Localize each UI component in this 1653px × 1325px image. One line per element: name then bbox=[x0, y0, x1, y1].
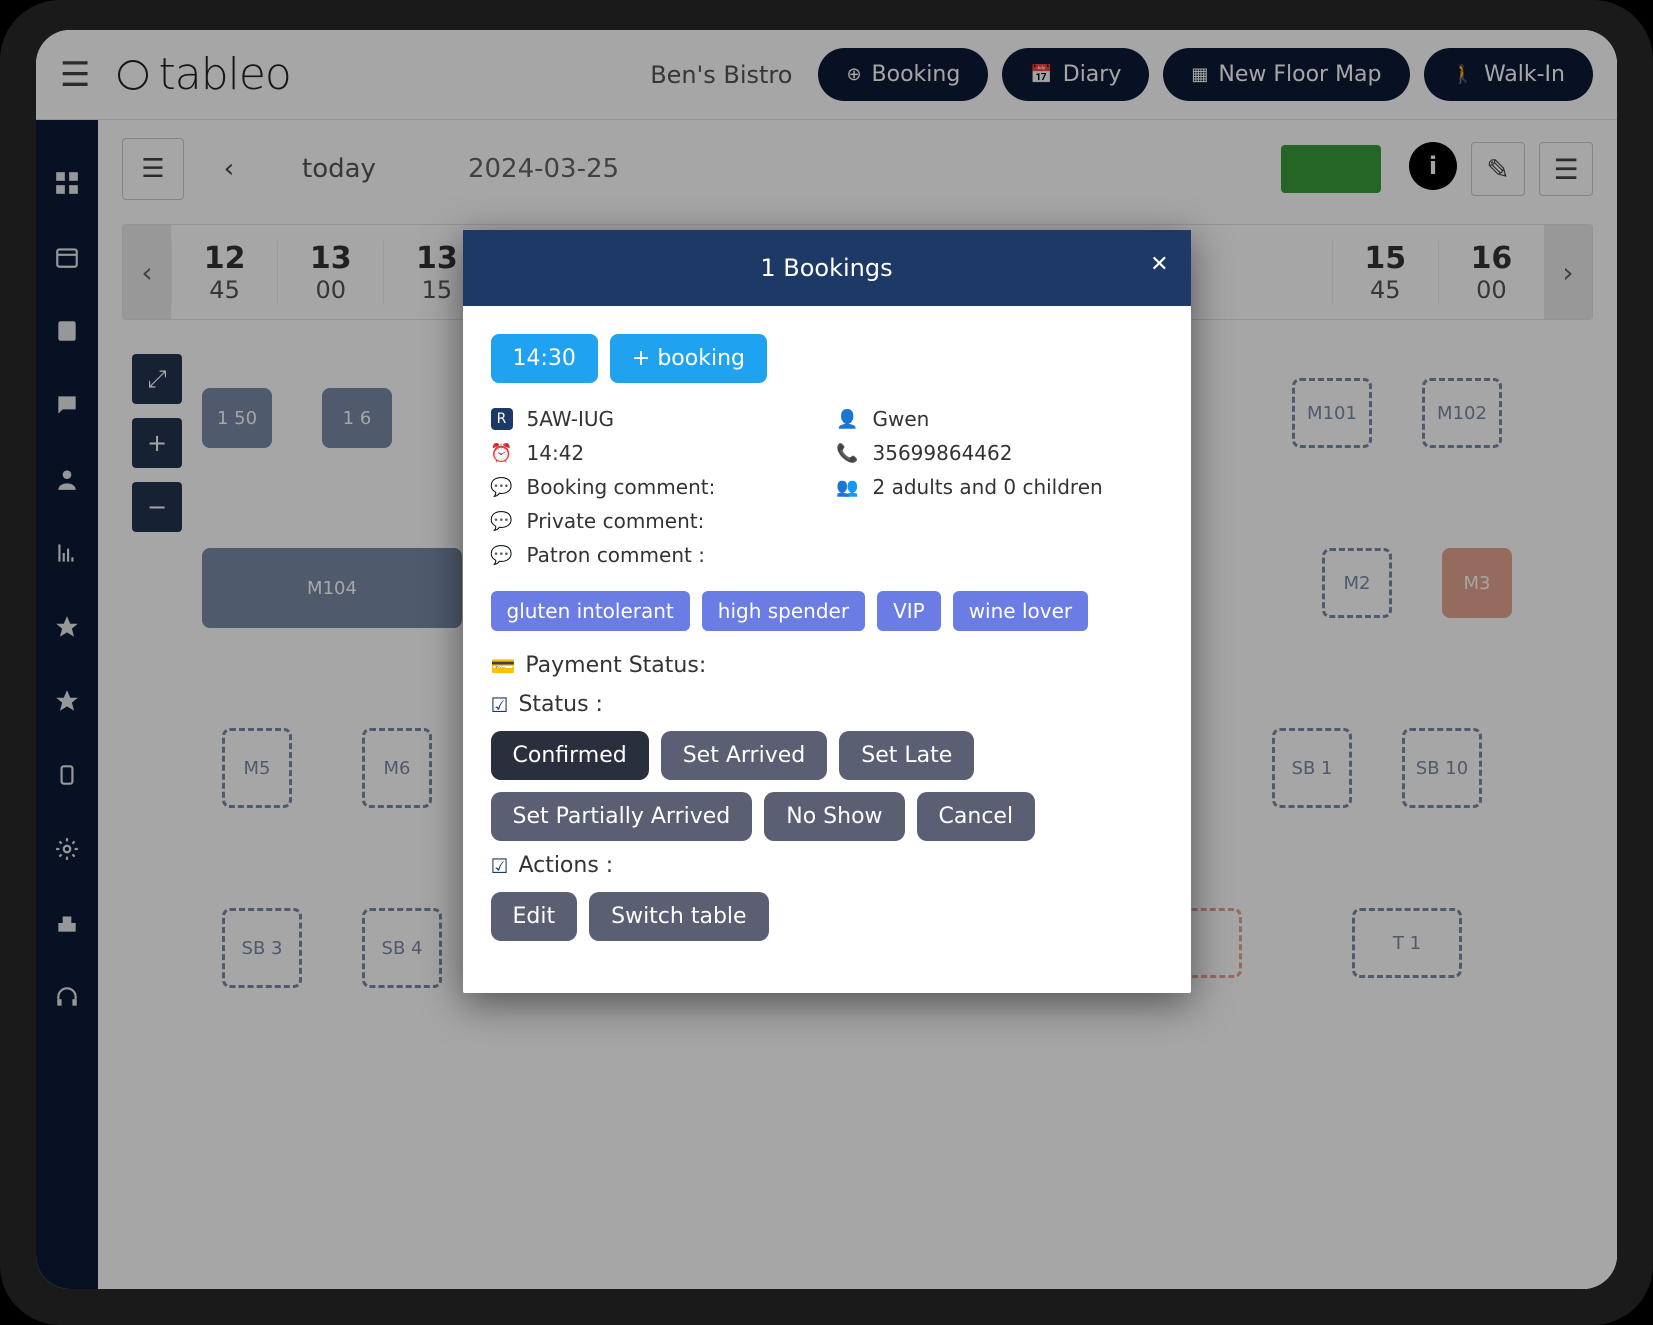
status-noshow-button[interactable]: No Show bbox=[764, 792, 904, 841]
private-comment-row: 💬Private comment: bbox=[491, 509, 1163, 533]
status-cancel-button[interactable]: Cancel bbox=[917, 792, 1036, 841]
booking-modal: 1 Bookings ✕ 14:30 + booking R5AW-IUG 👤G… bbox=[463, 230, 1191, 993]
guest-tag: high spender bbox=[702, 591, 865, 631]
modal-title: 1 Bookings bbox=[760, 254, 892, 282]
check-square-icon: ☑ bbox=[491, 693, 509, 717]
status-arrived-button[interactable]: Set Arrived bbox=[661, 731, 828, 780]
guest-tag: gluten intolerant bbox=[491, 591, 690, 631]
user-icon: 👤 bbox=[837, 409, 859, 430]
group-icon: 👥 bbox=[837, 477, 859, 498]
payment-status-section: 💳Payment Status: bbox=[491, 653, 1163, 678]
guest-tag: wine lover bbox=[953, 591, 1088, 631]
status-late-button[interactable]: Set Late bbox=[839, 731, 974, 780]
guest-name-row: 👤Gwen bbox=[837, 407, 1163, 431]
status-partial-button[interactable]: Set Partially Arrived bbox=[491, 792, 753, 841]
comment-icon: 💬 bbox=[491, 511, 513, 532]
add-booking-button[interactable]: + booking bbox=[610, 334, 767, 383]
modal-header: 1 Bookings ✕ bbox=[463, 230, 1191, 306]
check-square-icon: ☑ bbox=[491, 854, 509, 878]
guest-phone-row: 📞35699864462 bbox=[837, 441, 1163, 465]
booking-comment-row: 💬Booking comment: bbox=[491, 475, 817, 499]
tag-row: gluten intolerant high spender VIP wine … bbox=[491, 591, 1163, 631]
status-confirmed-button[interactable]: Confirmed bbox=[491, 731, 649, 780]
edit-booking-button[interactable]: Edit bbox=[491, 892, 578, 941]
comment-icon: 💬 bbox=[491, 545, 513, 566]
booking-ref-row: R5AW-IUG bbox=[491, 407, 817, 431]
close-icon[interactable]: ✕ bbox=[1150, 252, 1168, 277]
actions-section: ☑Actions : bbox=[491, 853, 1163, 878]
status-section: ☑Status : bbox=[491, 692, 1163, 717]
card-icon: 💳 bbox=[491, 654, 516, 678]
time-chip[interactable]: 14:30 bbox=[491, 334, 598, 383]
booking-time-row: ⏰14:42 bbox=[491, 441, 817, 465]
switch-table-button[interactable]: Switch table bbox=[589, 892, 768, 941]
guest-tag: VIP bbox=[877, 591, 941, 631]
comment-icon: 💬 bbox=[491, 477, 513, 498]
patron-comment-row: 💬Patron comment : bbox=[491, 543, 1163, 567]
clock-icon: ⏰ bbox=[491, 443, 513, 464]
ref-badge-icon: R bbox=[491, 408, 513, 430]
party-size-row: 👥2 adults and 0 children bbox=[837, 475, 1163, 499]
phone-icon: 📞 bbox=[837, 443, 859, 464]
